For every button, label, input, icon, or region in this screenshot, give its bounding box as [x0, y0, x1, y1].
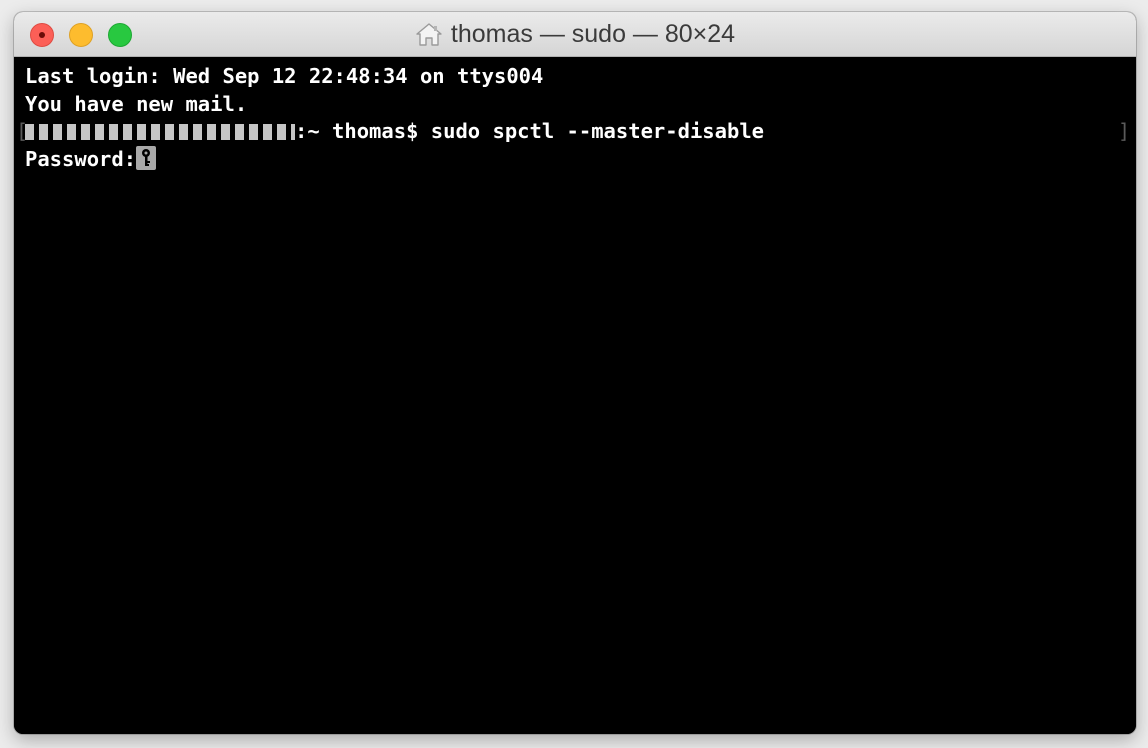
home-icon: [415, 21, 443, 47]
command-text: sudo spctl --master-disable: [430, 119, 765, 143]
new-mail-line: You have new mail.: [25, 92, 248, 116]
mark-bracket-right: ]: [1117, 119, 1130, 143]
terminal-window: thomas — sudo — 80×24 [ ] Last login: We…: [14, 12, 1136, 734]
redacted-hostname: [25, 124, 295, 140]
key-cursor-icon: [136, 146, 157, 170]
prompt-suffix: :~ thomas$: [295, 119, 431, 143]
terminal-content[interactable]: [ ] Last login: Wed Sep 12 22:48:34 on t…: [14, 57, 1136, 734]
title-bar[interactable]: thomas — sudo — 80×24: [14, 12, 1136, 57]
command-line: :~ thomas$ sudo spctl --master-disable: [25, 117, 764, 145]
last-login-line: Last login: Wed Sep 12 22:48:34 on ttys0…: [25, 64, 544, 88]
window-title: thomas — sudo — 80×24: [450, 19, 736, 48]
password-line[interactable]: Password:: [25, 145, 157, 173]
password-label: Password:: [25, 147, 137, 171]
window-title-wrap: thomas — sudo — 80×24: [14, 12, 1136, 56]
